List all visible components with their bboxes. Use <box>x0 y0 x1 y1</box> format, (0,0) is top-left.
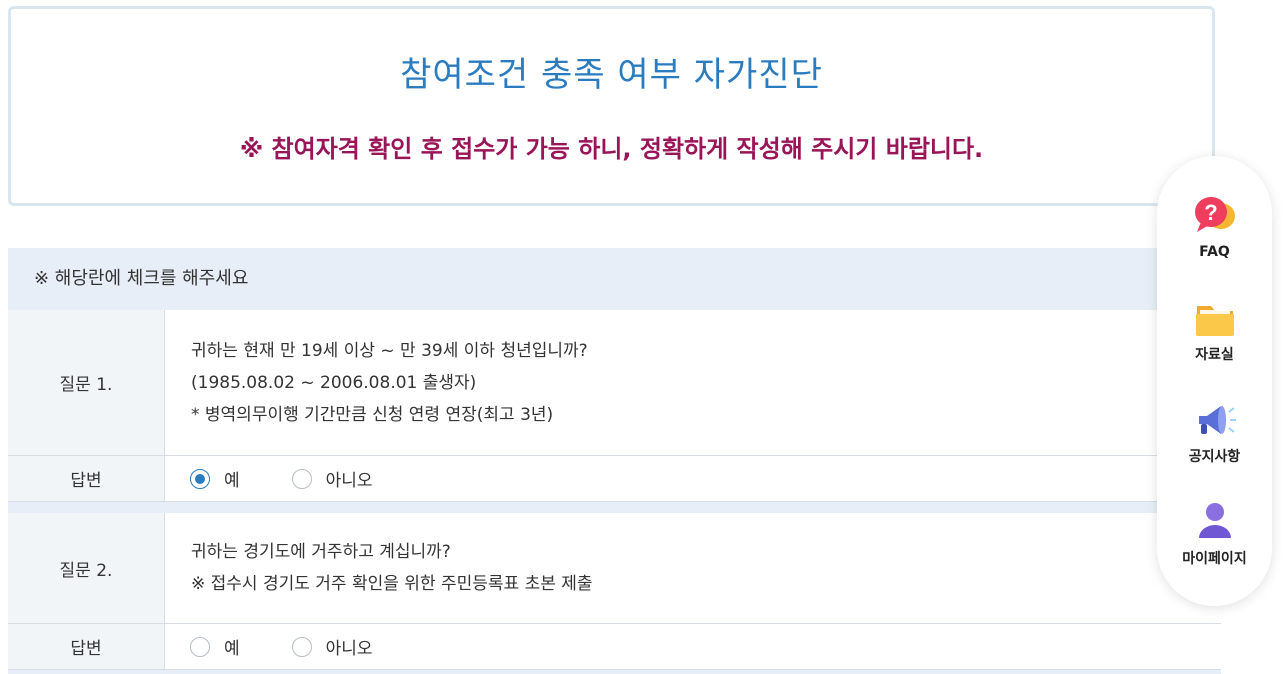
quick-menu-archive-label: 자료실 <box>1195 347 1234 363</box>
answer-1-option-no[interactable]: 아니오 <box>291 466 373 491</box>
answer-2-radio-no[interactable] <box>291 636 312 657</box>
quick-menu-mypage[interactable]: 마이페이지 <box>1157 498 1272 568</box>
quick-menu-mypage-label: 마이페이지 <box>1182 551 1247 567</box>
header-box: 참여조건 충족 여부 자가진단 ※ 참여자격 확인 후 접수가 가능 하니, 정… <box>8 6 1215 206</box>
section-divider <box>8 502 1221 513</box>
question-2-line-1: 귀하는 경기도에 거주하고 계십니까? <box>191 542 451 562</box>
answer-1-label: 답변 <box>8 456 165 501</box>
instruction-bar: ※ 해당란에 체크를 해주세요 <box>8 248 1221 310</box>
answer-2-option-no-label: 아니오 <box>325 639 373 659</box>
question-1-line-2: (1985.08.02 ~ 2006.08.01 출생자) <box>191 372 477 393</box>
answer-1-options: 예 아니오 <box>165 456 1221 501</box>
svg-text:?: ? <box>1204 200 1217 225</box>
quick-menu-faq[interactable]: ? FAQ <box>1157 194 1272 260</box>
faq-speech-bubble-icon: ? <box>1191 194 1239 242</box>
answer-1-option-no-label: 아니오 <box>325 471 373 491</box>
question-2-row: 질문 2. 귀하는 경기도에 거주하고 계십니까? ※ 접수시 경기도 거주 확… <box>8 513 1221 624</box>
question-1-line-1: 귀하는 현재 만 19세 이상 ~ 만 39세 이하 청년입니까? <box>191 340 588 361</box>
question-1-line-3: * 병역의무이행 기간만큼 신청 연령 연장(최고 3년) <box>191 404 554 425</box>
question-1-label: 질문 1. <box>8 310 165 455</box>
question-1-content: 귀하는 현재 만 19세 이상 ~ 만 39세 이하 청년입니까? (1985.… <box>165 310 1221 455</box>
answer-1-radio-no[interactable] <box>291 468 312 489</box>
question-2-content: 귀하는 경기도에 거주하고 계십니까? ※ 접수시 경기도 거주 확인을 위한 … <box>165 513 1221 623</box>
answer-1-radio-yes[interactable] <box>190 468 210 489</box>
user-icon <box>1191 498 1239 546</box>
answer-2-options: 예 아니오 <box>165 624 1221 669</box>
answer-2-option-yes-label: 예 <box>224 639 240 659</box>
floating-quick-menu: ? FAQ 자료실 공지사항 마이페이지 <box>1157 156 1272 606</box>
notice-text: ※ 참여자격 확인 후 접수가 가능 하니, 정확하게 작성해 주시기 바랍니다… <box>239 135 984 163</box>
answer-2-option-no[interactable]: 아니오 <box>291 634 373 659</box>
page-title: 참여조건 충족 여부 자가진단 <box>400 55 823 95</box>
bottom-divider <box>8 670 1221 674</box>
quick-menu-notice[interactable]: 공지사항 <box>1157 396 1272 466</box>
megaphone-icon <box>1191 396 1239 444</box>
folder-icon <box>1191 294 1239 342</box>
answer-1-row: 답변 예 아니오 <box>8 456 1221 502</box>
quick-menu-archive[interactable]: 자료실 <box>1157 294 1272 364</box>
quick-menu-notice-label: 공지사항 <box>1188 449 1241 465</box>
question-2-label: 질문 2. <box>8 513 165 623</box>
answer-2-radio-yes[interactable] <box>190 636 210 657</box>
question-1-row: 질문 1. 귀하는 현재 만 19세 이상 ~ 만 39세 이하 청년입니까? … <box>8 310 1221 456</box>
answer-1-option-yes[interactable]: 예 <box>190 466 240 491</box>
quick-menu-faq-label: FAQ <box>1199 244 1230 260</box>
question-2-line-2: ※ 접수시 경기도 거주 확인을 위한 주민등록표 초본 제출 <box>191 574 593 594</box>
answer-2-row: 답변 예 아니오 <box>8 624 1221 670</box>
answer-1-option-yes-label: 예 <box>224 471 240 491</box>
answer-2-label: 답변 <box>8 624 165 669</box>
answer-2-option-yes[interactable]: 예 <box>190 634 240 659</box>
